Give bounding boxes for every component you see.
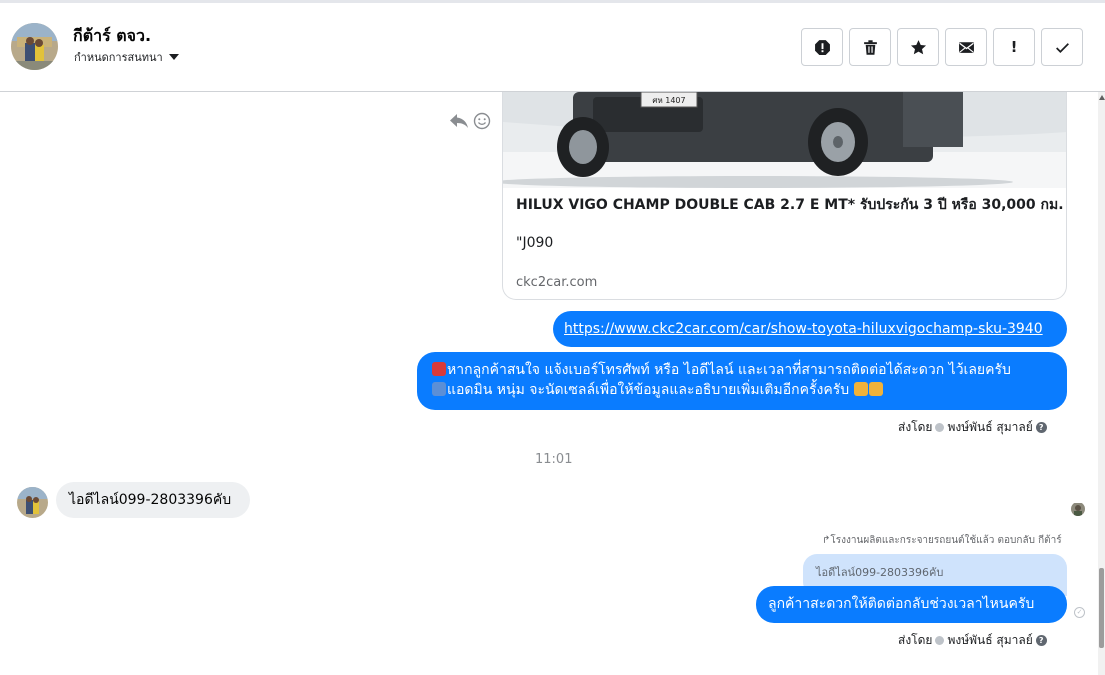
card-title[interactable]: HILUX VIGO CHAMP DOUBLE CAB 2.7 E MT* รั… bbox=[516, 194, 1064, 216]
message-text-line2: แอดมิน หนุ่ม จะนัดเซลล์เพื่อให้ข้อมูลและ… bbox=[447, 382, 850, 398]
link-preview-card[interactable]: ศห 1407 HILUX VIGO CHAMP DOUBLE CAB 2.7 … bbox=[502, 92, 1067, 300]
star-icon bbox=[910, 39, 926, 54]
sent-by-label: ส่งโดย bbox=[898, 420, 933, 434]
card-description: "J090 bbox=[516, 235, 554, 251]
outgoing-reply-bubble[interactable]: ลูกค้าาสะดวกให้ติดต่อกลับช่วงเวลาไหนครับ bbox=[756, 586, 1067, 623]
card-domain: ckc2car.com bbox=[516, 275, 598, 290]
header-divider bbox=[0, 0, 1105, 3]
message-timestamp: 11:01 bbox=[535, 452, 573, 467]
delivered-check-icon: ✓ bbox=[1074, 607, 1085, 618]
quoted-message-text: ไอดีไลน์099-2803396คับ bbox=[816, 566, 944, 579]
action-toolbar: ! bbox=[801, 28, 1083, 66]
message-text-line1: หากลูกค้าสนใจ แจ้งเบอร์โทรศัพท์ หรือ ไอด… bbox=[447, 362, 1011, 378]
seen-by-avatar bbox=[1071, 502, 1085, 516]
messenger-conversation: กีต้าร์ ตจว. กำหนดการสนทนา ! ศห 1407 HIL… bbox=[0, 0, 1105, 675]
conversation-header: กีต้าร์ ตจว. กำหนดการสนทนา ! bbox=[0, 0, 1105, 92]
sent-by-line: ส่งโดย พงษ์พันธ์ สุมาลย์ ? bbox=[898, 631, 1047, 650]
reply-meta-text: โรงงานผลิตและกระจายรถยนต์ใช้แล้ว ตอบกลับ… bbox=[830, 535, 1062, 546]
smiley-reaction-icon[interactable] bbox=[473, 112, 491, 130]
people-emoji-icon bbox=[432, 382, 446, 396]
sent-by-name[interactable]: พงษ์พันธ์ สุมาลย์ bbox=[947, 418, 1032, 437]
sent-by-label: ส่งโดย bbox=[898, 633, 933, 647]
contact-avatar[interactable] bbox=[11, 23, 58, 70]
flag-button[interactable]: ! bbox=[993, 28, 1035, 66]
license-plate: ศห 1407 bbox=[652, 96, 685, 105]
verified-icon bbox=[935, 423, 945, 432]
car-preview-image: ศห 1407 bbox=[503, 92, 1066, 188]
product-link[interactable]: https://www.ckc2car.com/car/show-toyota-… bbox=[564, 321, 1043, 337]
reply-context: ↱โรงงานผลิตและกระจายรถยนต์ใช้แล้ว ตอบกลั… bbox=[822, 533, 1062, 548]
outgoing-message-bubble[interactable]: หากลูกค้าสนใจ แจ้งเบอร์โทรศัพท์ หรือ ไอด… bbox=[417, 352, 1067, 410]
caret-down-icon bbox=[168, 54, 179, 60]
help-icon[interactable]: ? bbox=[1035, 635, 1047, 646]
verified-icon bbox=[935, 636, 945, 645]
exclamation-icon: ! bbox=[1010, 38, 1018, 56]
pray-emoji-icon bbox=[853, 382, 868, 396]
outgoing-link-message[interactable]: https://www.ckc2car.com/car/show-toyota-… bbox=[553, 311, 1067, 347]
scrollbar-thumb[interactable] bbox=[1099, 568, 1104, 648]
sender-avatar[interactable] bbox=[17, 487, 48, 518]
star-button[interactable] bbox=[897, 28, 939, 66]
reply-icon[interactable] bbox=[449, 113, 469, 129]
message-line: แอดมิน หนุ่ม จะนัดเซลล์เพื่อให้ข้อมูลและ… bbox=[432, 380, 1067, 400]
scroll-up-arrow-icon[interactable] bbox=[1099, 95, 1105, 100]
telephone-emoji-icon bbox=[432, 362, 446, 376]
incoming-message-bubble[interactable]: ไอดีไลน์099-2803396คับ bbox=[56, 482, 250, 518]
conversation-settings-dropdown[interactable]: กำหนดการสนทนา bbox=[74, 48, 179, 66]
mark-unread-button[interactable] bbox=[945, 28, 987, 66]
sent-by-line: ส่งโดย พงษ์พันธ์ สุมาลย์ ? bbox=[898, 418, 1047, 437]
delete-button[interactable] bbox=[849, 28, 891, 66]
done-button[interactable] bbox=[1041, 28, 1083, 66]
pray-emoji-icon bbox=[868, 382, 883, 396]
conversation-settings-label: กำหนดการสนทนา bbox=[74, 51, 163, 64]
reply-message-text: ลูกค้าาสะดวกให้ติดต่อกลับช่วงเวลาไหนครับ bbox=[768, 596, 1035, 612]
sent-by-name[interactable]: พงษ์พันธ์ สุมาลย์ bbox=[947, 631, 1032, 650]
mail-icon bbox=[958, 41, 974, 53]
report-button[interactable] bbox=[801, 28, 843, 66]
report-icon bbox=[814, 39, 830, 55]
check-icon bbox=[1055, 42, 1069, 53]
message-line: หากลูกค้าสนใจ แจ้งเบอร์โทรศัพท์ หรือ ไอด… bbox=[432, 360, 1067, 380]
trash-icon bbox=[863, 39, 877, 55]
help-icon[interactable]: ? bbox=[1035, 422, 1047, 433]
incoming-message-text: ไอดีไลน์099-2803396คับ bbox=[69, 492, 232, 508]
contact-name[interactable]: กีต้าร์ ตจว. bbox=[73, 24, 151, 49]
